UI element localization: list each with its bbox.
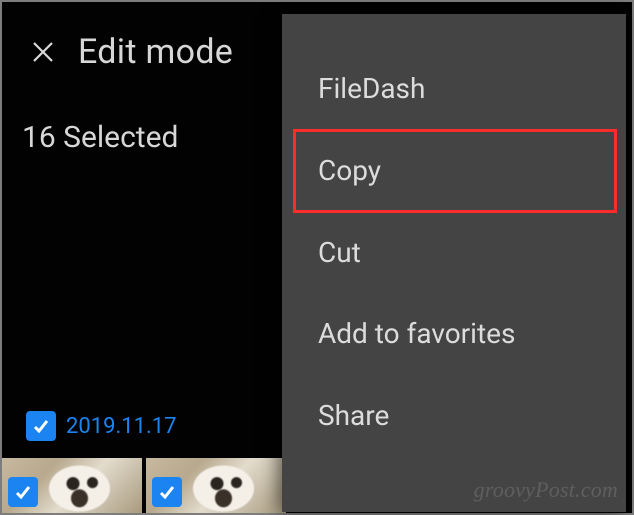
context-menu: FileDash Copy Cut Add to favorites Share <box>282 14 626 512</box>
checkbox-checked-icon[interactable] <box>152 477 182 507</box>
menu-item-add-to-favorites[interactable]: Add to favorites <box>282 293 626 375</box>
page-title: Edit mode <box>78 32 233 72</box>
checkbox-checked-icon[interactable] <box>26 411 56 441</box>
thumbnail-row <box>2 458 286 513</box>
menu-item-filedash[interactable]: FileDash <box>282 48 626 130</box>
menu-item-copy[interactable]: Copy <box>294 130 616 212</box>
thumbnail-item[interactable] <box>146 458 286 513</box>
menu-item-share[interactable]: Share <box>282 375 626 457</box>
menu-item-cut[interactable]: Cut <box>282 212 626 294</box>
checkbox-checked-icon[interactable] <box>8 477 38 507</box>
date-group[interactable]: 2019.11.17 <box>26 411 177 441</box>
close-icon[interactable] <box>30 39 56 65</box>
date-label: 2019.11.17 <box>66 414 177 439</box>
thumbnail-item[interactable] <box>2 458 142 513</box>
